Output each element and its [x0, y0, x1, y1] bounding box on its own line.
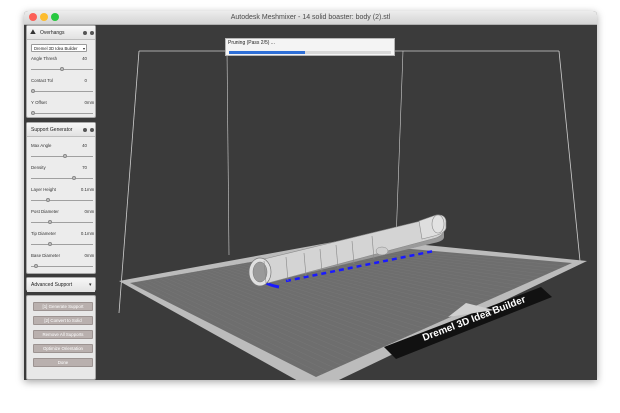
- overhangs-title: Overhangs: [40, 30, 65, 36]
- app-window: Autodesk Meshmixer - 14 solid boaster: b…: [24, 11, 597, 380]
- field-value: 0.1: [80, 231, 87, 236]
- overhangs-panel-header[interactable]: ⛰ Overhangs: [27, 26, 95, 40]
- progress-bar-fill: [229, 51, 306, 54]
- support-generator-header[interactable]: Support Generator: [27, 123, 95, 137]
- chevron-down-icon: ▾: [82, 46, 85, 51]
- field-unit: mm: [87, 231, 95, 236]
- panel-settings-icon[interactable]: [83, 31, 87, 35]
- slider-handle[interactable]: [31, 111, 35, 115]
- slider-handle[interactable]: [33, 264, 38, 268]
- slider-handle[interactable]: [48, 220, 53, 224]
- field-value: 40: [82, 56, 87, 61]
- model-button: [375, 246, 389, 256]
- slider-handle[interactable]: [62, 154, 67, 158]
- panel-close-icon[interactable]: [90, 128, 94, 132]
- field-slider[interactable]: [31, 264, 93, 268]
- scene-canvas[interactable]: Dremel 3D Idea Builder: [24, 25, 597, 380]
- field-value: 0: [84, 209, 87, 214]
- field-unit: mm: [87, 187, 95, 192]
- advanced-support-panel[interactable]: Advanced Support ▾: [26, 277, 96, 292]
- field-slider[interactable]: [31, 111, 93, 115]
- field-unit: mm: [87, 100, 95, 105]
- field-label: Density: [31, 165, 46, 170]
- slider-handle[interactable]: [60, 67, 64, 71]
- field-value: 0: [84, 78, 87, 83]
- field-slider[interactable]: [31, 242, 93, 246]
- overhangs-panel: ⛰ Overhangs Dremel 3D Idea Builder ▾ Angl…: [26, 25, 96, 118]
- support-generator-panel: Support Generator Max Angle 40 Density 70 La…: [26, 122, 96, 274]
- printer-preset-select[interactable]: Dremel 3D Idea Builder ▾: [31, 44, 87, 52]
- field-unit: mm: [87, 253, 95, 258]
- field-label: Layer Height: [31, 187, 56, 192]
- actions-panel: [1] Generate Support [2] Convert to Solid…: [26, 295, 96, 380]
- field-label: Y Offset: [31, 100, 47, 105]
- field-label: Angle Thresh: [31, 56, 58, 61]
- field-value: 70: [82, 165, 87, 170]
- remove-all-supports-button[interactable]: Remove All Supports: [33, 330, 93, 339]
- advanced-support-title: Advanced Support: [31, 282, 73, 288]
- progress-text: Pruning (Pass 2/5) ...: [228, 40, 275, 46]
- field-value: 0: [84, 253, 87, 258]
- 3d-viewport[interactable]: Dremel 3D Idea Builder ⛰ Overhangs Dreme…: [24, 25, 597, 380]
- chevron-down-icon: ▾: [89, 282, 92, 288]
- panel-settings-icon[interactable]: [83, 128, 87, 132]
- convert-to-solid-button[interactable]: [2] Convert to Solid: [33, 316, 93, 325]
- title-bar: Autodesk Meshmixer - 14 solid boaster: b…: [24, 11, 597, 25]
- field-slider[interactable]: [31, 176, 93, 180]
- advanced-support-header[interactable]: Advanced Support ▾: [27, 278, 95, 292]
- window-title: Autodesk Meshmixer - 14 solid boaster: b…: [230, 14, 391, 21]
- support-generator-title: Support Generator: [31, 127, 73, 133]
- optimize-orientation-button[interactable]: Optimize Orientation: [33, 344, 93, 353]
- progress-dialog: Pruning (Pass 2/5) ...: [225, 38, 395, 56]
- field-label: Contact Tol: [31, 78, 53, 83]
- field-value: 0.1: [80, 187, 87, 192]
- field-label: Tip Diameter: [31, 231, 56, 236]
- field-value: 40: [82, 143, 87, 148]
- field-slider[interactable]: [31, 89, 93, 93]
- field-label: Post Diameter: [31, 209, 59, 214]
- field-value: 0: [84, 100, 87, 105]
- overhangs-icon: ⛰: [30, 29, 36, 36]
- progress-bar: [229, 51, 391, 54]
- printer-preset-value: Dremel 3D Idea Builder: [34, 46, 78, 51]
- generate-support-button[interactable]: [1] Generate Support: [33, 302, 93, 311]
- slider-handle[interactable]: [48, 242, 53, 246]
- slider-handle[interactable]: [45, 198, 50, 202]
- panel-close-icon[interactable]: [90, 31, 94, 35]
- model-cap-end: [431, 214, 445, 234]
- field-slider[interactable]: [31, 198, 93, 202]
- field-label: Max Angle: [31, 143, 52, 148]
- done-button[interactable]: Done: [33, 358, 93, 367]
- slider-handle[interactable]: [71, 176, 76, 180]
- slider-handle[interactable]: [31, 89, 35, 93]
- field-unit: mm: [87, 209, 95, 214]
- field-label: Base Diameter: [31, 253, 61, 258]
- field-slider[interactable]: [31, 67, 93, 71]
- field-slider[interactable]: [31, 220, 93, 224]
- field-slider[interactable]: [31, 154, 93, 158]
